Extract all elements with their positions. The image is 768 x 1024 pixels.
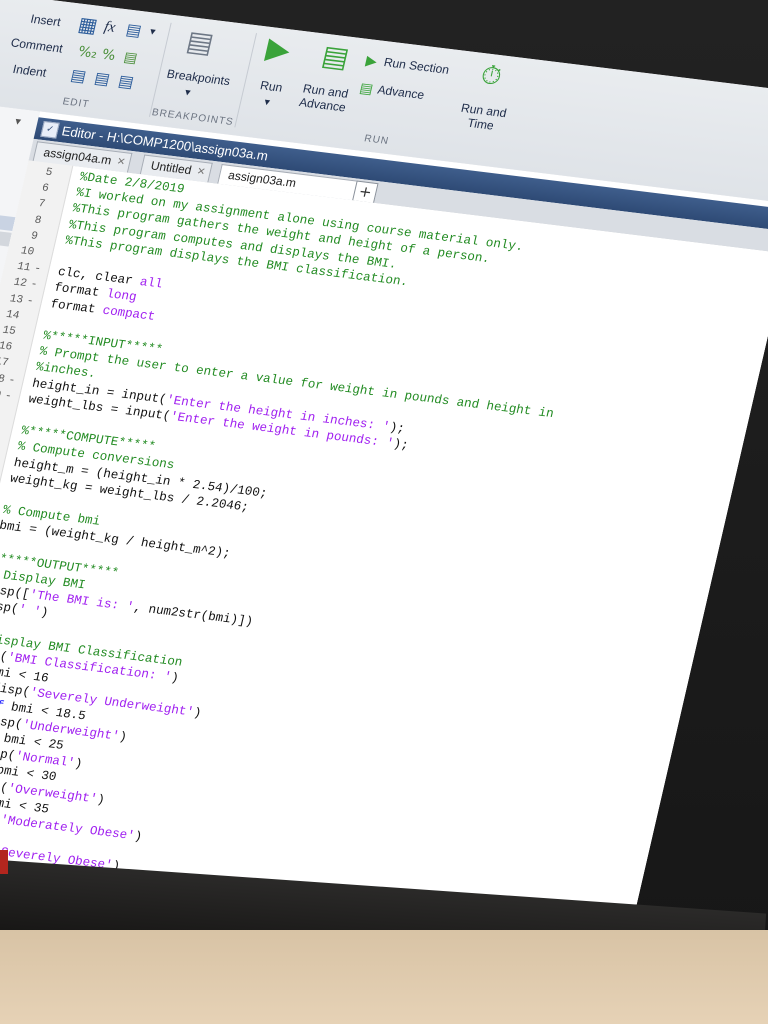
separator <box>234 33 258 128</box>
code-token: ) <box>95 792 107 807</box>
run-button[interactable]: Run <box>259 78 284 94</box>
run-section-label: RUN <box>363 133 391 148</box>
breakpoint-marker[interactable]: - <box>29 277 39 293</box>
wrap-comment-icon[interactable]: ▤ <box>122 47 140 68</box>
run-icon[interactable]: ▶ <box>263 31 294 68</box>
fx-button[interactable]: fx <box>102 19 117 37</box>
insert-dropdown-icon[interactable]: ▼ <box>147 26 158 37</box>
run-and-time-button[interactable]: Run and Time <box>457 101 508 134</box>
code-token: ); <box>388 420 407 436</box>
insert-button[interactable]: Insert <box>29 12 62 29</box>
code-area[interactable]: 5 %Date 2/8/2019 6 %I worked on my assignme… <box>0 160 768 977</box>
breakpoint-marker[interactable]: - <box>32 261 42 277</box>
breakpoints-icon[interactable]: ▤ <box>183 24 217 60</box>
decrease-indent-icon[interactable]: ▤ <box>116 71 135 92</box>
code-token: ) <box>73 756 84 772</box>
close-tab-icon[interactable]: ✕ <box>195 162 208 182</box>
breakpoints-dropdown-icon[interactable]: ▼ <box>182 87 193 98</box>
advance-icon[interactable]: ▤ <box>357 78 375 99</box>
editor-panel: Editor - H:\COMP1200\assign03a.m ✓ assig… <box>0 111 768 977</box>
breakpoint-marker[interactable]: - <box>3 388 13 404</box>
code-token: ) <box>39 605 50 621</box>
code-token: ) <box>191 706 203 721</box>
comment-button[interactable]: Comment <box>9 36 64 56</box>
code-token: ); <box>391 436 411 453</box>
desk-surface <box>0 930 768 1024</box>
increase-indent-icon[interactable]: ▤ <box>92 68 112 89</box>
edit-section-label: EDIT <box>61 96 91 111</box>
comment-icon[interactable]: %₂ <box>76 42 99 64</box>
run-section-button[interactable]: Run Section <box>383 55 451 77</box>
insert-icon: ▦ <box>75 11 101 38</box>
code-token: all <box>138 275 164 292</box>
code-token: ) <box>169 670 181 686</box>
breakpoint-marker[interactable]: - <box>7 372 17 388</box>
run-and-time-icon[interactable]: ⏱ <box>478 60 505 92</box>
line-number: 16 <box>0 340 14 354</box>
breakpoints-button[interactable]: Breakpoints <box>165 67 231 88</box>
matlab-window: Insert ▦ fx ▤ ▼ Comment %₂ % ▤ Indent ▤ … <box>0 0 768 977</box>
code-token: ) <box>132 829 144 845</box>
advance-button[interactable]: Advance <box>376 83 426 102</box>
panel-options-icon[interactable]: ▾ <box>14 115 22 128</box>
line-number: 14 <box>4 308 21 323</box>
code-token: ) <box>117 729 129 745</box>
run-section-icon[interactable]: ▶ <box>364 51 379 72</box>
indent-button[interactable]: Indent <box>11 62 47 80</box>
fx-options-icon[interactable]: ▤ <box>124 20 143 41</box>
uncomment-icon[interactable]: % <box>100 45 118 66</box>
line-number: 18 <box>0 372 6 386</box>
line-number: 19 <box>0 388 3 402</box>
run-and-advance-button[interactable]: Run and Advance <box>298 81 351 114</box>
red-object <box>0 850 8 874</box>
close-tab-icon[interactable]: ✕ <box>115 152 128 172</box>
photo-frame: Insert ▦ fx ▤ ▼ Comment %₂ % ▤ Indent ▤ … <box>0 0 768 1024</box>
run-dropdown-icon[interactable]: ▼ <box>262 97 273 108</box>
indent-icon[interactable]: ▤ <box>69 65 88 86</box>
breakpoints-section-label: BREAKPOINTS <box>150 107 235 128</box>
breakpoint-marker[interactable]: - <box>25 293 35 309</box>
run-and-advance-icon[interactable]: ▤ <box>319 39 353 75</box>
line-number: 15 <box>1 324 17 338</box>
line-number: 17 <box>0 356 10 370</box>
